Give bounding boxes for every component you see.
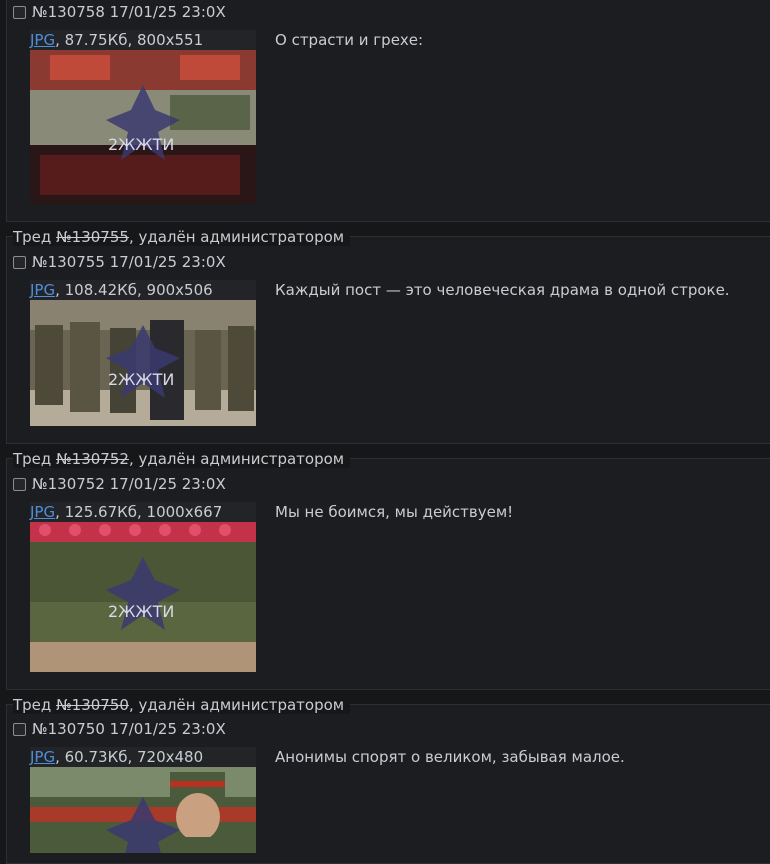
post-header-text: №130758 17/01/25 23:0X bbox=[32, 3, 226, 21]
file-type-link[interactable]: JPG bbox=[30, 281, 55, 299]
post-header: №130750 17/01/25 23:0X bbox=[13, 720, 226, 738]
thumbnail-image bbox=[30, 767, 256, 853]
thumbnail-image: 2ЖЖТИ bbox=[30, 50, 256, 204]
post-message: Каждый пост — это человеческая драма в о… bbox=[275, 281, 730, 299]
watermark-text: 2ЖЖТИ bbox=[108, 135, 174, 154]
deleted-thread-number[interactable]: №130755 bbox=[56, 228, 129, 246]
file-info: JPG, 87.75Кб, 800x551 bbox=[30, 30, 256, 50]
legend-suffix: , удалён администратором bbox=[128, 696, 345, 714]
post-header: №130752 17/01/25 23:0X bbox=[13, 475, 226, 493]
post-thumbnail[interactable]: 2ЖЖТИ bbox=[30, 50, 256, 204]
post-select-checkbox[interactable] bbox=[13, 477, 26, 491]
watermark-text: 2ЖЖТИ bbox=[108, 602, 174, 621]
post-select-checkbox[interactable] bbox=[13, 722, 26, 736]
post-thumbnail[interactable]: 2ЖЖТИ bbox=[30, 522, 256, 672]
post-message: Мы не боимся, мы действуем! bbox=[275, 503, 514, 521]
thread-legend: Тред №130752, удалён администратором bbox=[13, 450, 351, 468]
file-meta: , 125.67Кб, 1000x667 bbox=[55, 503, 223, 521]
legend-suffix: , удалён администратором bbox=[128, 228, 345, 246]
deleted-thread-number[interactable]: №130752 bbox=[56, 450, 129, 468]
post-header: №130758 17/01/25 23:0X bbox=[13, 3, 226, 21]
post-thumbnail[interactable] bbox=[30, 767, 256, 853]
post-thumbnail[interactable]: 2ЖЖТИ bbox=[30, 300, 256, 426]
legend-suffix: , удалён администратором bbox=[128, 450, 345, 468]
deleted-thread-number[interactable]: №130750 bbox=[56, 696, 129, 714]
post-header-text: №130755 17/01/25 23:0X bbox=[32, 253, 226, 271]
legend-prefix: Тред bbox=[13, 228, 57, 246]
file-meta: , 108.42Кб, 900x506 bbox=[55, 281, 213, 299]
file-info: JPG, 60.73Кб, 720x480 bbox=[30, 747, 256, 767]
file-info: JPG, 125.67Кб, 1000x667 bbox=[30, 502, 256, 522]
post-select-checkbox[interactable] bbox=[13, 255, 26, 269]
legend-prefix: Тред bbox=[13, 450, 57, 468]
post-header: №130755 17/01/25 23:0X bbox=[13, 253, 226, 271]
file-type-link[interactable]: JPG bbox=[30, 31, 55, 49]
post-message: Анонимы спорят о великом, забывая малое. bbox=[275, 748, 625, 766]
thread-legend: Тред №130755, удалён администратором bbox=[13, 228, 351, 246]
thumbnail-image: 2ЖЖТИ bbox=[30, 522, 256, 672]
file-type-link[interactable]: JPG bbox=[30, 503, 55, 521]
thumbnail-image: 2ЖЖТИ bbox=[30, 300, 256, 426]
post-select-checkbox[interactable] bbox=[13, 5, 26, 19]
legend-prefix: Тред bbox=[13, 696, 57, 714]
file-type-link[interactable]: JPG bbox=[30, 748, 55, 766]
file-meta: , 60.73Кб, 720x480 bbox=[55, 748, 204, 766]
post-header-text: №130752 17/01/25 23:0X bbox=[32, 475, 226, 493]
watermark-text: 2ЖЖТИ bbox=[108, 370, 174, 389]
file-meta: , 87.75Кб, 800x551 bbox=[55, 31, 204, 49]
post-message: О страсти и грехе: bbox=[275, 31, 424, 49]
file-info: JPG, 108.42Кб, 900x506 bbox=[30, 280, 256, 300]
thread-legend: Тред №130750, удалён администратором bbox=[13, 696, 351, 714]
post-header-text: №130750 17/01/25 23:0X bbox=[32, 720, 226, 738]
